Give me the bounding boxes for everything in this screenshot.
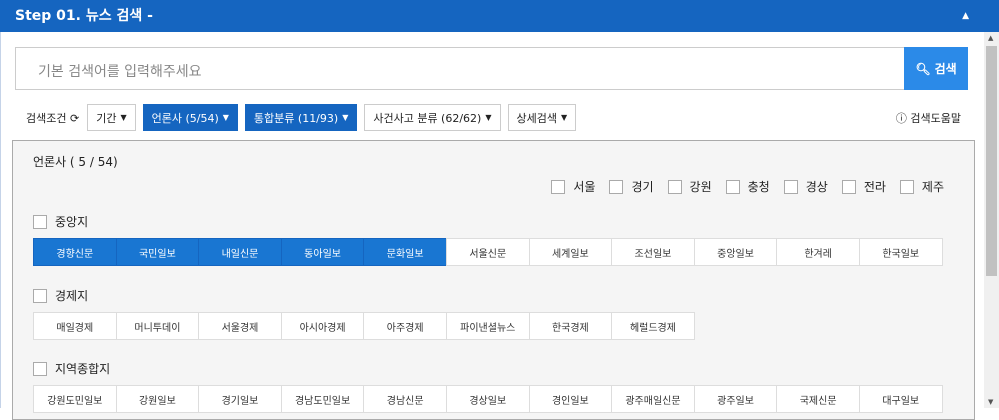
checkbox[interactable] — [783, 179, 798, 194]
press-item[interactable]: 한국일보 — [858, 238, 943, 266]
press-item[interactable]: 국제신문 — [776, 385, 860, 413]
region-checkbox[interactable]: 전라 — [841, 178, 886, 195]
checkbox[interactable] — [33, 361, 47, 376]
press-item[interactable]: 내일신문 — [198, 238, 282, 266]
region-checkbox[interactable]: 경상 — [783, 178, 828, 195]
press-item[interactable]: 강원일보 — [115, 385, 200, 413]
press-panel: 언론사 ( 5 / 54) 서울 경기 강원 충청 경상 전라 제주 중앙지경향신문 국민일보… — [12, 140, 975, 420]
press-group-checkbox[interactable]: 중앙지 — [33, 213, 88, 230]
press-item[interactable]: 아시아경제 — [280, 312, 365, 340]
collapse-icon[interactable]: ▲ — [962, 0, 969, 32]
press-item[interactable]: 서울신문 — [445, 238, 530, 266]
caret-down-icon: ▼ — [560, 113, 568, 122]
press-grid: 강원도민일보 강원일보 경기일보 경남도민일보 경남신문 경상일보 경인일보 광주매일신문 광주… — [33, 385, 953, 413]
search-button-label: 검색 — [934, 62, 957, 76]
section-header[interactable]: Step 01. 뉴스 검색 - ▲ — [0, 0, 999, 32]
press-group-checkbox[interactable]: 지역종합지 — [33, 360, 110, 377]
checkbox[interactable] — [33, 288, 47, 303]
filter-dropdown[interactable]: 언론사 (5/54) ▼ — [142, 104, 238, 131]
press-item[interactable]: 문화일보 — [363, 238, 447, 266]
checkbox[interactable] — [551, 179, 566, 194]
checkbox[interactable] — [33, 214, 47, 229]
caret-down-icon: ▼ — [342, 113, 349, 122]
region-checkbox[interactable]: 제주 — [899, 178, 944, 195]
press-item[interactable]: 광주매일신문 — [611, 385, 695, 413]
filter-dropdown[interactable]: 통합분류 (11/93) ▼ — [244, 104, 358, 131]
filter-toolbar: 검색조건 ⟳ 기간 ▼ 언론사 (5/54) ▼ 통합분류 (11/93) ▼ 사건사고 분… — [26, 104, 583, 131]
caret-down-icon: ▼ — [120, 113, 127, 122]
scrollbar[interactable]: ▲ ▼ — [984, 32, 999, 408]
region-checkbox[interactable]: 강원 — [667, 178, 712, 195]
filter-dropdown[interactable]: 기간 ▼ — [87, 104, 136, 131]
checkbox[interactable] — [667, 179, 682, 194]
checkbox[interactable] — [899, 179, 914, 194]
panel-title: 언론사 ( 5 / 54) — [33, 155, 118, 169]
region-checkbox[interactable]: 서울 — [551, 178, 595, 195]
press-item[interactable]: 경향신문 — [33, 238, 117, 266]
press-item[interactable]: 세계일보 — [528, 238, 613, 266]
press-grid: 경향신문 국민일보 내일신문 동아일보 문화일보 서울신문 세계일보 조선일보 중앙일보 한겨레 한… — [33, 238, 953, 266]
region-checkbox[interactable]: 충청 — [725, 178, 770, 195]
press-item[interactable]: 강원도민일보 — [33, 385, 117, 413]
press-item[interactable]: 대구일보 — [858, 385, 943, 413]
caret-down-icon: ▼ — [222, 113, 229, 122]
press-item[interactable]: 중앙일보 — [693, 238, 778, 266]
press-item[interactable]: 파이낸셜뉴스 — [445, 312, 530, 340]
search-button[interactable]: 🔍︎ 검색 — [904, 47, 968, 90]
filter-dropdown[interactable]: 상세검색 ▼ — [507, 104, 577, 131]
scrollbar-thumb[interactable] — [986, 46, 997, 276]
press-grid: 매일경제 머니투데이 서울경제 아시아경제 아주경제 파이낸셜뉴스 한국경제 헤럴드경제 — [33, 312, 953, 340]
checkbox[interactable] — [841, 179, 856, 194]
press-group-checkbox[interactable]: 경제지 — [33, 287, 88, 304]
press-item[interactable]: 경남신문 — [363, 385, 447, 413]
press-item[interactable]: 경상일보 — [445, 385, 530, 413]
press-item[interactable]: 광주일보 — [693, 385, 778, 413]
press-item[interactable]: 국민일보 — [115, 238, 200, 266]
press-item[interactable]: 한국경제 — [528, 312, 613, 340]
search-conditions-label: 검색조건 ⟳ — [26, 111, 80, 125]
region-filters: 서울 경기 강원 충청 경상 전라 제주 — [547, 178, 944, 195]
press-item[interactable]: 헤럴드경제 — [611, 312, 695, 340]
press-item[interactable]: 조선일보 — [611, 238, 695, 266]
search-input[interactable]: 기본 검색어를 입력해주세요 — [15, 47, 905, 90]
search-help-link[interactable]: ⓘ 검색도움말 — [896, 110, 961, 126]
section-title: Step 01. 뉴스 검색 - — [15, 8, 153, 24]
press-item[interactable]: 매일경제 — [33, 312, 117, 340]
filter-dropdown[interactable]: 사건사고 분류 (62/62) ▼ — [364, 104, 501, 131]
search-icon: 🔍︎ — [915, 61, 931, 76]
press-item[interactable]: 경인일보 — [528, 385, 613, 413]
press-item[interactable]: 동아일보 — [280, 238, 365, 266]
press-item[interactable]: 경기일보 — [198, 385, 282, 413]
checkbox[interactable] — [725, 179, 740, 194]
caret-down-icon: ▼ — [485, 113, 492, 122]
info-icon: ⓘ — [895, 112, 907, 125]
press-item[interactable]: 한겨레 — [776, 238, 860, 266]
press-item[interactable]: 아주경제 — [363, 312, 447, 340]
press-item[interactable]: 서울경제 — [198, 312, 282, 340]
press-item[interactable]: 머니투데이 — [115, 312, 200, 340]
region-checkbox[interactable]: 경기 — [609, 178, 654, 195]
refresh-icon[interactable]: ⟳ — [70, 112, 79, 125]
checkbox[interactable] — [609, 179, 624, 194]
press-item[interactable]: 경남도민일보 — [280, 385, 365, 413]
